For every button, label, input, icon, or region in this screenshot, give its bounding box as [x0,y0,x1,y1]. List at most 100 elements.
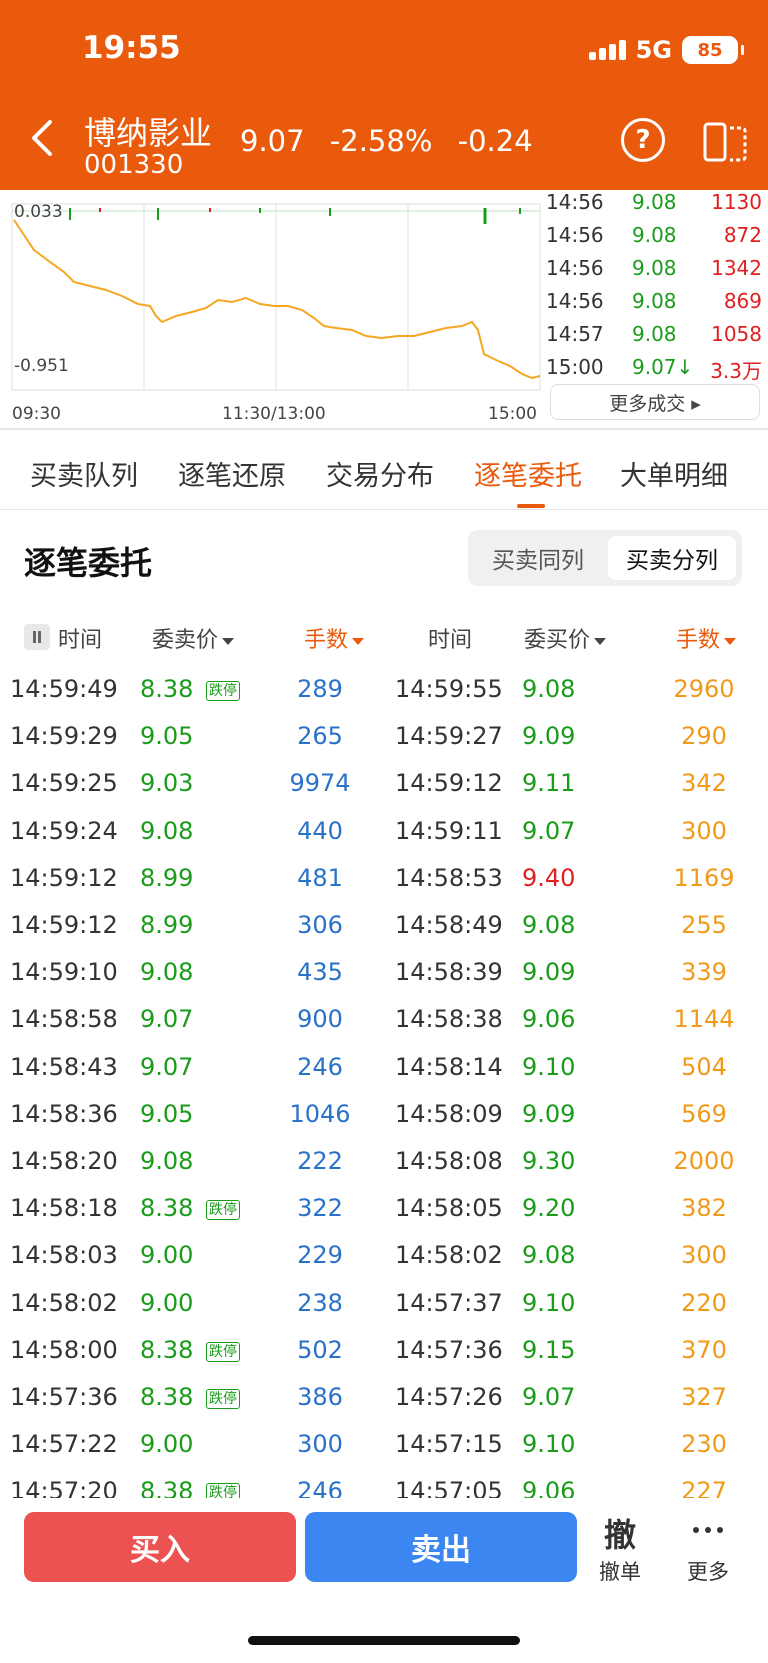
stock-price: 9.07 [240,124,305,158]
buy-volume: 300 [681,1241,727,1270]
trade-row: 14:56 9.08 1130 [546,190,762,214]
table-row: 14:59:25 9.03 9974 14:59:12 9.11 342 [0,759,768,806]
same-column-option[interactable]: 买卖同列 [474,536,602,580]
sell-price: 9.00 [140,1241,194,1270]
col-sell-price[interactable]: 委卖价 [152,622,235,654]
section-title: 逐笔委托 [24,544,153,582]
buy-time: 14:57:37 [395,1288,503,1317]
buy-volume: 1144 [673,1005,735,1034]
landscape-switch-icon[interactable] [702,118,748,164]
buy-time: 14:58:02 [395,1241,503,1270]
buy-volume: 327 [681,1383,727,1411]
sell-time: 14:59:29 [10,722,118,751]
help-icon[interactable]: ? [621,118,665,162]
buy-time: 14:58:08 [395,1147,503,1175]
table-row: 14:59:24 9.08 440 14:59:11 9.07 300 [0,807,768,854]
sell-time: 14:59:12 [10,863,118,892]
buy-button[interactable]: 买入 [24,1512,296,1582]
tab-large-orders[interactable]: 大单明细 [620,454,728,493]
sell-time: 14:57:22 [10,1430,118,1459]
stock-quote: 9.07 -2.58% -0.24 [240,124,549,158]
cancel-label: 撤单 [599,1560,641,1584]
buy-volume: 2960 [673,675,735,703]
sell-volume: 1046 [289,1099,351,1128]
sell-price: 9.08 [140,816,194,845]
sell-button[interactable]: 卖出 [305,1512,577,1582]
buy-price: 9.10 [522,1288,576,1317]
stock-change: -0.24 [457,124,533,158]
tab-tick-orders[interactable]: 逐笔委托 [474,454,582,493]
sell-volume: 440 [297,816,343,845]
buy-price: 9.09 [522,722,576,751]
buy-time: 14:58:53 [395,863,503,892]
buy-volume: 2000 [673,1147,735,1175]
sell-price: 8.38 [140,1477,194,1498]
tab-tick-restore[interactable]: 逐笔还原 [178,454,286,493]
detail-tabs: 买卖队列 逐笔还原 交易分布 逐笔委托 大单明细 [0,430,768,510]
table-row: 14:59:49 8.38 289 14:59:55 9.08 2960 跌停 [0,665,768,712]
col-buy-time: 时间 [428,628,473,653]
bottom-action-bar: 买入 卖出 撤 撤单 更多 [0,1498,768,1663]
tab-trade-distribution[interactable]: 交易分布 [326,454,434,493]
buy-price: 9.15 [522,1335,576,1364]
sell-volume: 300 [297,1430,343,1459]
sell-time: 14:59:10 [10,958,118,987]
sell-time: 14:59:25 [10,769,118,798]
tab-order-queue[interactable]: 买卖队列 [30,454,138,493]
limit-down-badge: 跌停 [206,1483,240,1498]
chart-x-tick-close: 15:00 [488,404,537,424]
ddx-bars [69,208,521,224]
buy-time: 14:59:55 [395,675,503,703]
chart-x-tick-midday: 11:30/13:00 [222,404,326,424]
sell-volume: 246 [297,1052,343,1081]
col-buy-volume[interactable]: 手数 [676,622,737,654]
split-column-option[interactable]: 买卖分列 [608,536,736,580]
buy-time: 14:59:12 [395,769,503,798]
sell-volume: 386 [297,1383,343,1411]
table-row: 14:59:12 8.99 306 14:58:49 9.08 255 [0,901,768,948]
orders-table[interactable]: 14:59:49 8.38 289 14:59:55 9.08 2960 跌停 14:59:2… [0,665,768,1498]
buy-volume: 342 [681,769,727,798]
sell-volume: 9974 [289,769,351,798]
table-row: 14:58:00 8.38 502 14:57:36 9.15 370 跌停 [0,1326,768,1373]
limit-down-badge: 跌停 [206,681,240,701]
buy-price: 9.10 [522,1430,576,1459]
buy-price: 9.20 [522,1194,576,1223]
col-buy-price[interactable]: 委买价 [524,622,607,654]
top-bar: 19:55 5G 85 博纳影业 001330 9.07 -2.58% -0.2… [0,0,768,190]
table-row: 14:59:10 9.08 435 14:58:39 9.09 339 [0,948,768,995]
buy-volume: 227 [681,1477,727,1498]
cancel-order-button[interactable]: 撤 撤单 [580,1510,660,1586]
col-sell-time: 时间 [58,628,103,653]
ddx-cumulative-line [13,219,541,380]
col-sell-volume[interactable]: 手数 [304,622,365,654]
home-indicator [248,1636,520,1645]
more-button[interactable]: 更多 [668,1510,748,1586]
sell-price: 8.99 [140,911,194,939]
intraday-chart-panel: 0.033 -0.951 09:30 11:30/13:00 15:00 14:… [0,190,768,428]
table-row: 14:58:03 9.00 229 14:58:02 9.08 300 [0,1231,768,1278]
sell-volume: 229 [297,1241,343,1270]
sell-time: 14:58:36 [10,1099,118,1128]
buy-time: 14:57:26 [395,1383,503,1411]
sell-time: 14:59:49 [10,675,118,703]
sell-price: 9.00 [140,1430,194,1459]
sell-time: 14:58:03 [10,1241,118,1270]
sort-caret-icon [222,637,235,645]
buy-price: 9.08 [522,911,576,939]
limit-down-badge: 跌停 [206,1200,240,1221]
sell-volume: 246 [297,1477,343,1498]
buy-price: 9.40 [522,863,576,892]
back-button[interactable] [28,118,58,158]
table-row: 14:58:43 9.07 246 14:58:14 9.10 504 [0,1043,768,1090]
table-row: 14:58:02 9.00 238 14:57:37 9.10 220 [0,1279,768,1326]
more-trades-button[interactable]: 更多成交 ▸ [550,384,760,420]
sell-price: 8.99 [140,863,194,892]
buy-volume: 255 [681,911,727,939]
sell-price: 9.08 [140,1147,194,1175]
tab-indicator [517,504,545,508]
table-row: 14:59:12 8.99 481 14:58:53 9.40 1169 [0,854,768,901]
pause-icon[interactable] [24,624,50,650]
limit-down-badge: 跌停 [206,1389,240,1409]
sort-caret-icon [594,637,607,645]
